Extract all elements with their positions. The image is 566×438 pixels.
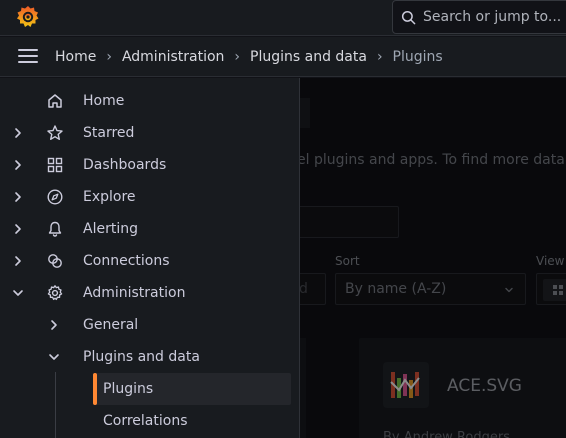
breadcrumb: Home › Administration › Plugins and data… (55, 37, 443, 77)
chevron-right-icon[interactable] (10, 221, 26, 237)
sidebar-item-alerting[interactable]: Alerting (0, 213, 300, 245)
sidebar-item-home[interactable]: Home (0, 85, 300, 117)
breadcrumb-plugins-and-data[interactable]: Plugins and data (250, 49, 367, 65)
chevron-down-icon[interactable] (46, 349, 62, 365)
tree-indent-line (55, 372, 56, 438)
sidebar-item-general[interactable]: General (0, 309, 300, 341)
star-icon (47, 125, 63, 140)
search-icon (401, 10, 416, 24)
dashboards-icon (47, 157, 63, 173)
search-bar[interactable]: Search or jump to... (392, 0, 566, 34)
sidebar-item-label: Explore (83, 189, 136, 205)
gear-icon (47, 285, 63, 301)
search-placeholder: Search or jump to... (423, 9, 562, 25)
sidebar-item-label: Home (83, 93, 125, 109)
sidebar-item-label: Starred (83, 125, 135, 141)
sidebar-item-label: Administration (83, 285, 186, 301)
breadcrumb-administration[interactable]: Administration (122, 49, 224, 65)
breadcrumb-bar: Home › Administration › Plugins and data… (0, 37, 566, 77)
active-indicator (93, 373, 97, 405)
bell-icon (48, 221, 62, 237)
sidebar-menu: Home Starred Dashboards Explore Alerting… (0, 78, 300, 438)
breadcrumb-home[interactable]: Home (55, 49, 96, 65)
breadcrumb-current: Plugins (392, 49, 443, 65)
chevron-right-icon[interactable] (10, 125, 26, 141)
sidebar-item-label: Connections (83, 253, 170, 269)
chevron-down-icon[interactable] (10, 285, 26, 301)
chevron-right-icon: › (234, 49, 241, 65)
chevron-right-icon[interactable] (10, 189, 26, 205)
home-icon (48, 94, 62, 108)
grafana-logo-icon[interactable] (15, 4, 41, 30)
sidebar-item-label: Plugins (103, 381, 154, 397)
sidebar-item-starred[interactable]: Starred (0, 117, 300, 149)
sidebar-item-label: Alerting (83, 221, 138, 237)
sidebar-item-label: Correlations (103, 413, 188, 429)
sidebar-item-label: Plugins and data (83, 349, 200, 365)
chevron-right-icon[interactable] (10, 157, 26, 173)
sidebar-item-label: Dashboards (83, 157, 167, 173)
sidebar-item-explore[interactable]: Explore (0, 181, 300, 213)
chevron-right-icon[interactable] (10, 253, 26, 269)
sidebar-item-correlations[interactable]: Correlations (93, 405, 291, 437)
sidebar-item-connections[interactable]: Connections (0, 245, 300, 277)
top-bar: Search or jump to... (0, 0, 566, 36)
chevron-right-icon: › (376, 49, 383, 65)
connections-icon (48, 254, 62, 268)
chevron-right-icon: › (106, 49, 112, 65)
sidebar-item-plugins[interactable]: Plugins (93, 373, 291, 405)
menu-toggle-icon[interactable] (18, 49, 38, 65)
sidebar-item-administration[interactable]: Administration (0, 277, 300, 309)
sidebar-item-label: General (83, 317, 139, 333)
sidebar-item-plugins-and-data[interactable]: Plugins and data (0, 341, 300, 373)
chevron-right-icon[interactable] (46, 317, 62, 333)
compass-icon (47, 189, 63, 205)
sidebar-item-dashboards[interactable]: Dashboards (0, 149, 300, 181)
